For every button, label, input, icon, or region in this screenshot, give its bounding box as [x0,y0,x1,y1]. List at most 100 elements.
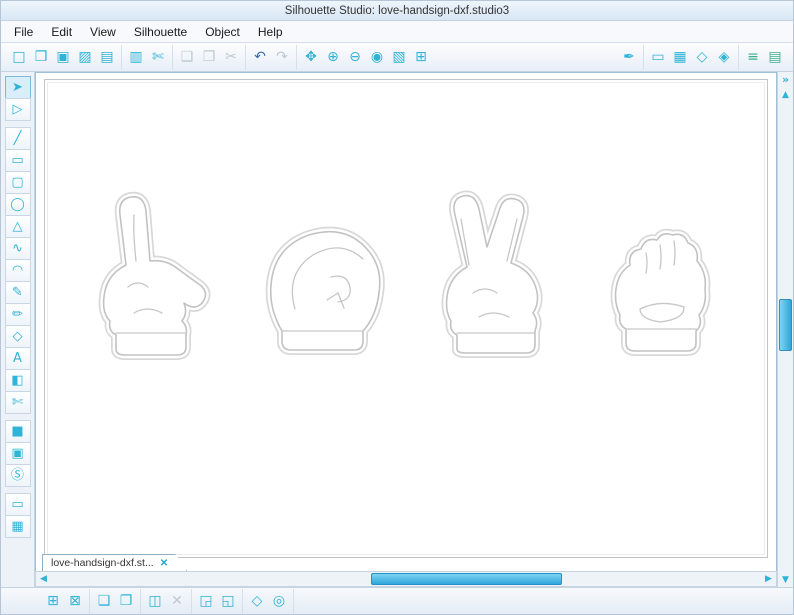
print-button[interactable]: ▥ [125,46,147,68]
title-bar: Silhouette Studio: love-handsign-dxf.stu… [1,1,793,21]
eraser-tool-icon: ◧ [11,374,23,387]
menu-view[interactable]: View [81,23,125,41]
zoom-selection-button[interactable]: ◉ [366,46,388,68]
transform-panel-button[interactable]: ⊞ [42,590,64,612]
scroll-right-icon[interactable]: ▶ [761,572,776,586]
rounded-rectangle-tool-button[interactable]: ▢ [5,171,31,194]
horizontal-scroll-track[interactable] [51,572,761,586]
menu-edit[interactable]: Edit [42,23,81,41]
make-compound-path-button[interactable]: ◫ [144,590,166,612]
zoom-out-button[interactable]: ⊖ [344,46,366,68]
bottom-toolbar: ⊞⊠ ❏ ❐ ◫✕ ◲◱ ◇ ◎ [1,587,793,614]
vertical-scrollbar[interactable]: » ▲ ▼ [777,72,793,587]
zoom-in-button[interactable]: ⊕ [322,46,344,68]
menu-silhouette[interactable]: Silhouette [125,23,196,41]
offset-button[interactable]: ◇ [246,590,268,612]
vertical-scroll-track[interactable] [778,102,793,572]
horizontal-scroll-thumb[interactable] [371,573,563,585]
smooth-freehand-tool-button[interactable]: ✏ [5,303,31,326]
rectangle-tool-button[interactable]: ▭ [5,149,31,172]
regular-polygon-tool-button[interactable]: ◇ [5,325,31,348]
pan-tool-icon: ✥ [305,50,317,64]
design-page-settings-button[interactable]: ✒ [618,46,640,68]
polygon-tool-button[interactable]: △ [5,215,31,238]
send-to-cutter-icon: ✄ [152,50,164,64]
curve-shape-tool-button[interactable]: ∿ [5,237,31,260]
fill-panel-button[interactable]: ■ [5,420,31,443]
scroll-up-icon[interactable]: ▲ [778,87,793,102]
redo-icon: ↷ [276,50,288,64]
arc-tool-button[interactable]: ◠ [5,259,31,282]
toolbar-group: ⊞⊠ [39,589,90,614]
drag-zoom-button[interactable]: ▧ [388,46,410,68]
group-icon: ❏ [98,594,111,608]
send-to-cutter-button[interactable]: ✄ [147,46,169,68]
registration-marks-button[interactable]: ◇ [691,46,713,68]
ellipse-tool-button[interactable]: ◯ [5,193,31,216]
undo-button[interactable]: ↶ [249,46,271,68]
grid-settings-button[interactable]: ▦ [669,46,691,68]
shape-asl-l[interactable] [74,181,224,366]
toolbar-group: ▭▦◇◈ [644,45,739,70]
toolbar-group: ✥ ⊕⊖◉ ▧ ⊞ [297,45,435,70]
text-tool-button[interactable]: A [5,347,31,370]
delete-button[interactable]: ✕ [166,590,188,612]
menu-file[interactable]: File [5,23,42,41]
menu-help[interactable]: Help [249,23,292,41]
copy-button[interactable]: ❏ [176,46,198,68]
page-panel-button[interactable]: ▭ [5,493,31,516]
shape-asl-o[interactable] [245,181,395,366]
fill-style-button[interactable]: ▤ [764,46,786,68]
freehand-tool-icon: ✎ [12,286,23,299]
design-view-button[interactable]: ▦ [5,515,31,538]
save-as-button[interactable]: ▨ [74,46,96,68]
collapse-panel-icon[interactable]: » [778,72,793,87]
canvas-column: love-handsign-dxf.st... ✕ ◀ ▶ [35,72,777,587]
toolbar-group: ↶↷ [246,45,297,70]
point-editing-tool-icon: ▷ [13,103,23,116]
cut-button[interactable]: ✂ [220,46,242,68]
document-tab[interactable]: love-handsign-dxf.st... ✕ [42,554,187,571]
pixscan-button[interactable]: ◈ [713,46,735,68]
library-page-button[interactable]: ▤ [96,46,118,68]
shape-asl-v[interactable] [417,181,567,366]
window-title: Silhouette Studio: love-handsign-dxf.stu… [285,5,509,17]
pan-tool-button[interactable]: ✥ [300,46,322,68]
scroll-down-icon[interactable]: ▼ [778,572,793,587]
eraser-tool-button[interactable]: ◧ [5,369,31,392]
point-editing-tool-button[interactable]: ▷ [5,98,31,121]
new-document-button[interactable]: □ [8,46,30,68]
silhouette-store-button[interactable]: Ⓢ [5,464,31,487]
design-page-settings-icon: ✒ [623,50,635,64]
save-button[interactable]: ▣ [52,46,74,68]
vertical-scroll-thumb[interactable] [779,299,792,351]
freehand-tool-button[interactable]: ✎ [5,281,31,304]
knife-tool-button[interactable]: ✄ [5,391,31,414]
select-tool-button[interactable]: ➤ [5,76,31,99]
line-style-button[interactable]: ≡ [742,46,764,68]
move-panel-button[interactable]: ⊠ [64,590,86,612]
redo-button[interactable]: ↷ [271,46,293,68]
paste-button[interactable]: ❐ [198,46,220,68]
open-file-button[interactable]: ❐ [30,46,52,68]
toolbar-group: ■▣Ⓢ [5,421,31,487]
horizontal-scrollbar[interactable]: ◀ ▶ [35,571,777,587]
tab-close-icon[interactable]: ✕ [160,558,168,569]
shape-asl-e[interactable] [588,181,738,366]
menu-object[interactable]: Object [196,23,249,41]
fit-to-page-button[interactable]: ⊞ [410,46,432,68]
scroll-left-icon[interactable]: ◀ [36,572,51,586]
group-button[interactable]: ❏ [93,590,115,612]
offset-icon: ◇ [252,594,263,608]
media-settings-button[interactable]: ▭ [647,46,669,68]
ungroup-button[interactable]: ❐ [115,590,137,612]
shadow-3d-panel-button[interactable]: ▣ [5,442,31,465]
drag-zoom-icon: ▧ [392,50,405,64]
bring-to-front-button[interactable]: ◲ [195,590,217,612]
drawing-canvas[interactable]: love-handsign-dxf.st... ✕ [35,72,777,571]
line-tool-button[interactable]: ╱ [5,127,31,150]
open-file-icon: ❐ [35,50,48,64]
internal-offset-button[interactable]: ◎ [268,590,290,612]
top-toolbar-left: □❐▣▨▤▥✄❏❐✂↶↷✥⊕⊖◉▧⊞ [5,43,435,71]
send-to-back-button[interactable]: ◱ [217,590,239,612]
